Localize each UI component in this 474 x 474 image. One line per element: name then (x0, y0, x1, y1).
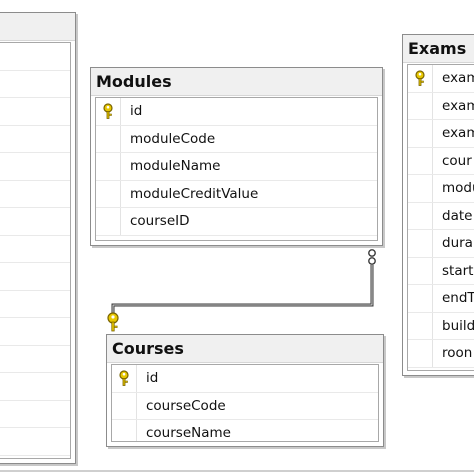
relationship-connector[interactable] (0, 0, 474, 474)
divider-line (0, 470, 474, 472)
many-end-icon (368, 249, 376, 265)
one-end-key-icon (107, 312, 119, 332)
diagram-canvas: Modules id moduleCode moduleName moduleC… (0, 0, 474, 474)
